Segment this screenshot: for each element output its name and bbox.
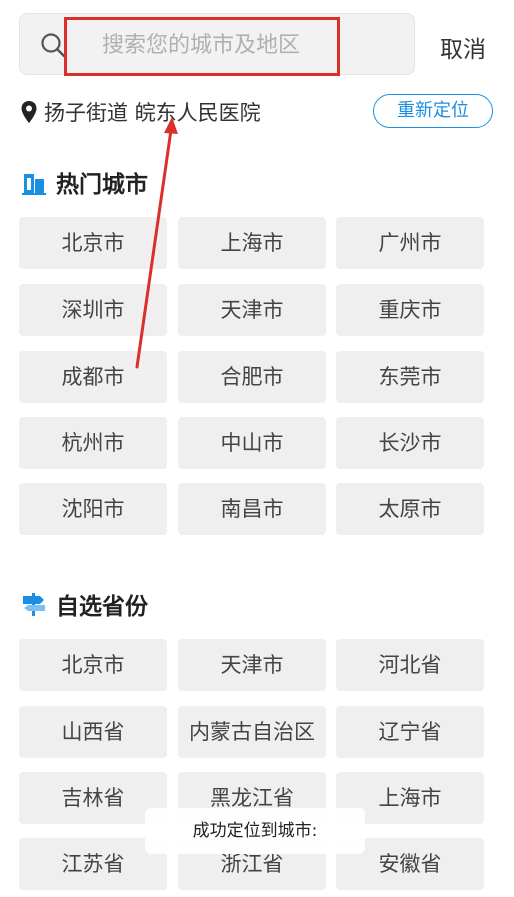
signpost-icon xyxy=(23,593,45,616)
section-title: 热门城市 xyxy=(56,172,148,198)
current-location: 扬子街道 皖东人民医院 xyxy=(20,97,261,127)
province-item[interactable]: 天津市 xyxy=(178,639,326,691)
search-icon xyxy=(41,33,66,58)
section-title: 自选省份 xyxy=(56,594,148,620)
hot-city[interactable]: 东莞市 xyxy=(336,351,484,403)
province-item[interactable]: 北京市 xyxy=(19,639,167,691)
relocate-button[interactable]: 重新定位 xyxy=(373,94,493,128)
buildings-icon xyxy=(22,174,46,195)
province-item[interactable]: 辽宁省 xyxy=(336,706,484,758)
hot-city[interactable]: 沈阳市 xyxy=(19,483,167,535)
hot-city[interactable]: 上海市 xyxy=(178,217,326,269)
toast-message: 成功定位到城市: xyxy=(145,808,365,854)
location-text: 扬子街道 皖东人民医院 xyxy=(44,101,261,125)
hot-city[interactable]: 重庆市 xyxy=(336,284,484,336)
annotation-highlight-box xyxy=(64,17,340,76)
hot-city[interactable]: 杭州市 xyxy=(19,417,167,469)
province-item[interactable]: 内蒙古自治区 xyxy=(178,706,326,758)
hot-city[interactable]: 南昌市 xyxy=(178,483,326,535)
hot-city[interactable]: 合肥市 xyxy=(178,351,326,403)
cancel-button[interactable]: 取消 xyxy=(440,30,486,64)
hot-city[interactable]: 广州市 xyxy=(336,217,484,269)
hot-city[interactable]: 北京市 xyxy=(19,217,167,269)
hot-city[interactable]: 中山市 xyxy=(178,417,326,469)
hot-city[interactable]: 天津市 xyxy=(178,284,326,336)
hot-city[interactable]: 长沙市 xyxy=(336,417,484,469)
hot-city[interactable]: 太原市 xyxy=(336,483,484,535)
province-item[interactable]: 山西省 xyxy=(19,706,167,758)
hot-city[interactable]: 成都市 xyxy=(19,351,167,403)
location-pin-icon xyxy=(21,101,37,123)
hot-cities-header: 热门城市 xyxy=(20,165,148,199)
provinces-header: 自选省份 xyxy=(20,587,148,621)
province-item[interactable]: 河北省 xyxy=(336,639,484,691)
hot-city[interactable]: 深圳市 xyxy=(19,284,167,336)
